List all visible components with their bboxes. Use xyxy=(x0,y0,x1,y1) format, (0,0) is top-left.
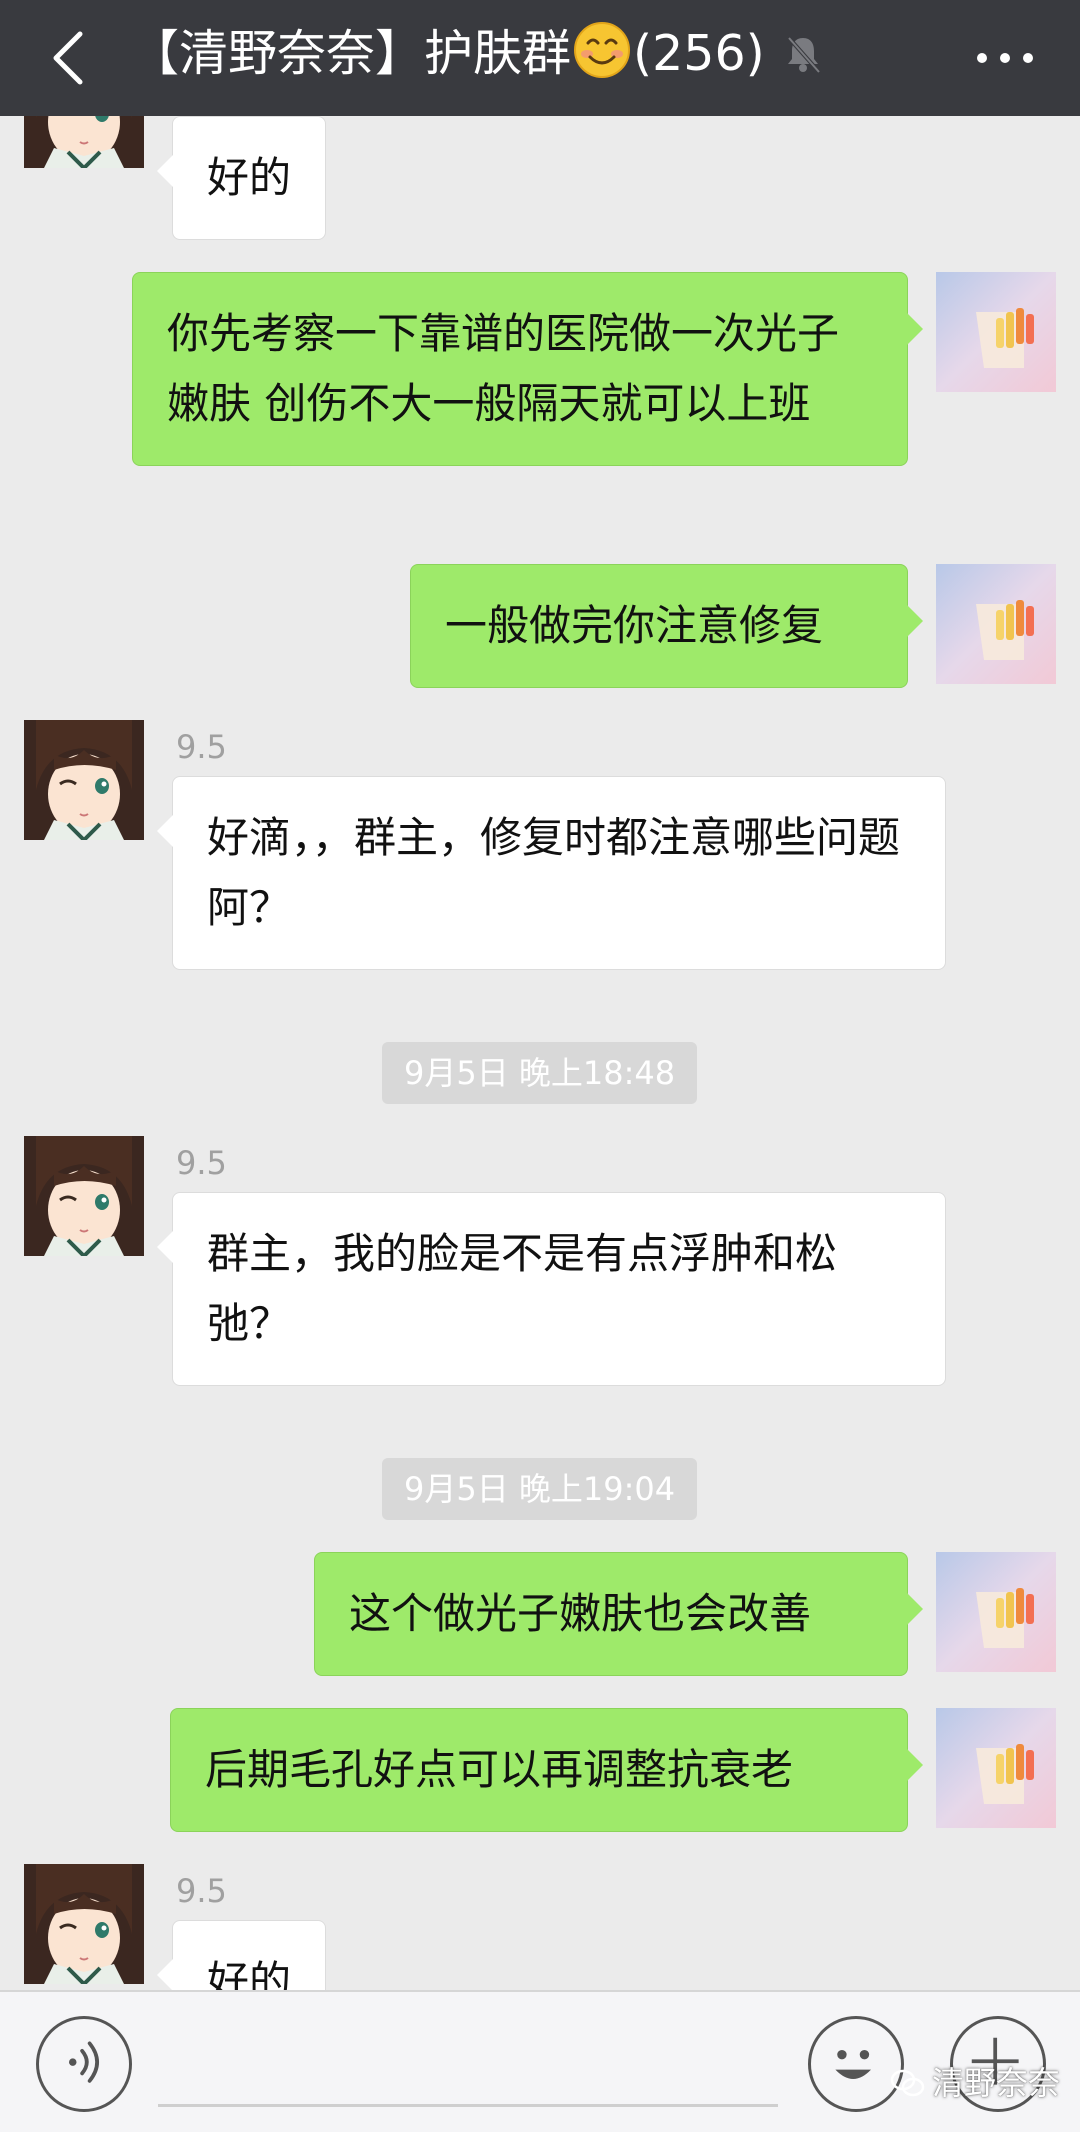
title-bar: 【清野奈奈】护肤群 (256) xyxy=(0,0,1080,116)
sender-name: 9.5 xyxy=(176,728,227,766)
message-bubble[interactable]: 后期毛孔好点可以再调整抗衰老 xyxy=(170,1708,923,1832)
message-bubble[interactable]: 好的 xyxy=(156,1920,327,1990)
chat-area[interactable]: 好的 你先考察一下靠谱的医院做一次光子嫩肤 创伤不大一般隔天就可以上班 一般做完… xyxy=(0,116,1080,1990)
avatar[interactable] xyxy=(24,720,144,840)
message-bubble[interactable]: 群主，我的脸是不是有点浮肿和松弛？ xyxy=(157,1192,946,1386)
avatar[interactable] xyxy=(936,1708,1056,1828)
message-text: 好的 xyxy=(207,1957,292,1990)
message-text: 后期毛孔好点可以再调整抗衰老 xyxy=(205,1745,794,1794)
hand-avatar-icon xyxy=(936,1552,1056,1672)
message-bubble[interactable]: 这个做光子嫩肤也会改善 xyxy=(314,1552,923,1676)
timestamp-chip: 9月5日 晚上18:48 xyxy=(382,1042,698,1104)
message-text: 好滴，，群主，修复时都注意哪些问题阿？ xyxy=(207,813,901,932)
sender-name: 9.5 xyxy=(176,1144,227,1182)
message-text: 你先考察一下靠谱的医院做一次光子嫩肤 创伤不大一般隔天就可以上班 xyxy=(167,309,840,428)
group-name: 【清野奈奈】护肤群 xyxy=(130,25,572,82)
emoji-icon xyxy=(835,2049,871,2079)
message-bubble[interactable]: 一般做完你注意修复 xyxy=(410,564,923,688)
voice-input-button[interactable] xyxy=(36,2016,132,2112)
hand-avatar-icon xyxy=(936,272,1056,392)
hand-avatar-icon xyxy=(936,1708,1056,1828)
watermark-text: 清野奈奈 xyxy=(932,2064,1061,2102)
smiley-emoji-icon xyxy=(574,22,631,78)
avatar[interactable] xyxy=(936,564,1056,684)
message-text: 群主，我的脸是不是有点浮肿和松弛？ xyxy=(207,1229,838,1348)
chat-title: 【清野奈奈】护肤群 (256) xyxy=(130,14,825,94)
message-text: 一般做完你注意修复 xyxy=(445,601,824,650)
wechat-logo-icon xyxy=(890,2069,925,2097)
timestamp-chip: 9月5日 晚上19:04 xyxy=(382,1458,698,1520)
mute-bell-icon xyxy=(787,36,821,74)
back-button[interactable] xyxy=(30,18,110,98)
avatar[interactable] xyxy=(24,1864,144,1984)
message-text: 这个做光子嫩肤也会改善 xyxy=(349,1589,812,1638)
more-options-button[interactable] xyxy=(970,30,1040,86)
input-bar: 清野奈奈 xyxy=(0,1990,1080,2132)
message-input[interactable] xyxy=(158,2104,778,2107)
avatar[interactable] xyxy=(24,1136,144,1256)
girl-avatar-icon xyxy=(24,1864,144,1984)
avatar[interactable] xyxy=(936,1552,1056,1672)
avatar[interactable] xyxy=(936,272,1056,392)
message-bubble[interactable]: 好的 xyxy=(156,116,327,240)
watermark: 清野奈奈 xyxy=(890,2058,1060,2104)
more-dots-icon xyxy=(977,53,1033,63)
member-count: (256) xyxy=(633,25,765,82)
girl-avatar-icon xyxy=(24,720,144,840)
girl-avatar-icon xyxy=(24,116,144,168)
girl-avatar-icon xyxy=(24,1136,144,1256)
message-bubble[interactable]: 你先考察一下靠谱的医院做一次光子嫩肤 创伤不大一般隔天就可以上班 xyxy=(132,272,923,466)
voice-icon xyxy=(69,2041,99,2083)
hand-avatar-icon xyxy=(936,564,1056,684)
avatar[interactable] xyxy=(24,116,144,168)
back-arrow-icon xyxy=(53,31,83,85)
message-bubble[interactable]: 好滴，，群主，修复时都注意哪些问题阿？ xyxy=(157,776,946,970)
sender-name: 9.5 xyxy=(176,1872,227,1910)
message-text: 好的 xyxy=(207,153,292,202)
